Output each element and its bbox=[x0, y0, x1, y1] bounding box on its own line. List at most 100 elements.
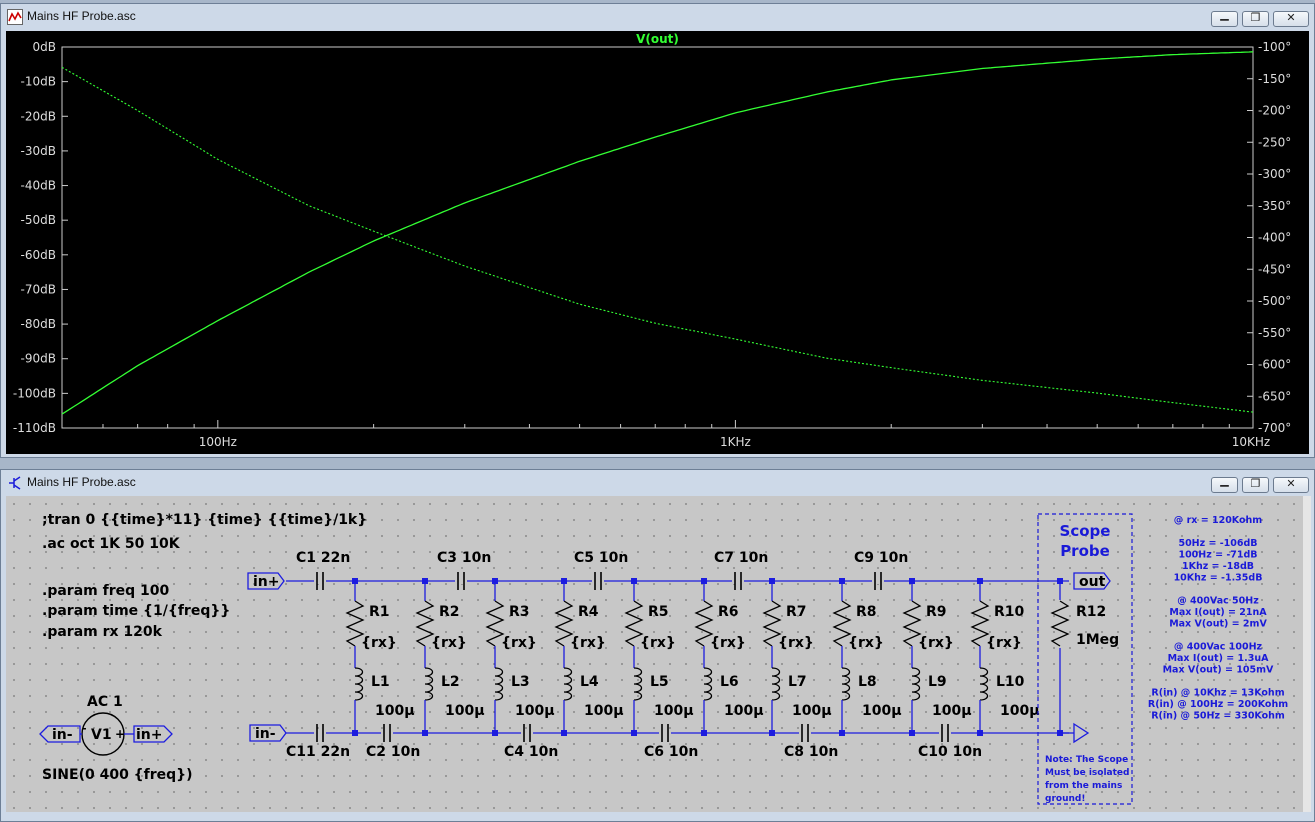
y-right-tick-label: -100° bbox=[1258, 40, 1291, 54]
schematic-drawing[interactable]: ;tran 0 {{time}*11} {time} {{time}/1k} .a… bbox=[6, 496, 1304, 812]
cap-gap bbox=[732, 578, 744, 584]
inductor-value: 100µ bbox=[654, 703, 694, 719]
inductor-label: L9 bbox=[928, 674, 947, 690]
y-left-tick-label: -60dB bbox=[21, 248, 56, 262]
y-left-tick-label: -30dB bbox=[21, 144, 56, 158]
x-tick-label: 10KHz bbox=[1232, 435, 1270, 449]
load-resistor-value: 1Meg bbox=[1076, 632, 1119, 648]
y-left-tick-label: -40dB bbox=[21, 179, 56, 193]
source-port-label: in- bbox=[52, 727, 73, 743]
waveform-icon bbox=[7, 9, 23, 25]
y-left-tick-label: -80dB bbox=[21, 317, 56, 331]
spice-directive: .param rx 120k bbox=[42, 624, 163, 640]
cap-gap bbox=[872, 578, 884, 584]
inductor-value: 100µ bbox=[584, 703, 624, 719]
resistor-label: R5 bbox=[648, 604, 669, 620]
inductor bbox=[494, 667, 504, 701]
y-right-tick-label: -650° bbox=[1258, 389, 1291, 403]
cap-gap bbox=[521, 730, 533, 736]
side-note: Max V(out) = 105mV bbox=[1163, 665, 1274, 676]
side-note: 1Khz = -18dB bbox=[1182, 561, 1254, 572]
inductor-value: 100µ bbox=[445, 703, 485, 719]
schematic-maximize-button[interactable]: ❐ bbox=[1242, 477, 1269, 493]
inductor-value: 100µ bbox=[862, 703, 902, 719]
plot-area[interactable]: V(out) 0dB -10dB -20dB -30dB -40dB -50dB -60dB -… bbox=[6, 31, 1309, 454]
y-left-tick-label: -50dB bbox=[21, 213, 56, 227]
restore-icon: ❐ bbox=[1250, 477, 1261, 490]
y-left-tick-label: -90dB bbox=[21, 352, 56, 366]
inductor-label: L8 bbox=[858, 674, 877, 690]
capacitor-label: C2 10n bbox=[366, 744, 420, 760]
resistor-value: {rx} bbox=[361, 635, 397, 651]
schematic-close-button[interactable]: ✕ bbox=[1273, 477, 1309, 493]
schematic-titlebar[interactable]: Mains HF Probe.asc ▁ ❐ ✕ bbox=[1, 470, 1314, 496]
resistor-label: R3 bbox=[509, 604, 530, 620]
restore-icon: ❐ bbox=[1250, 11, 1261, 24]
inductor bbox=[979, 667, 989, 701]
y-right-tick-label: -350° bbox=[1258, 199, 1291, 213]
junction-node bbox=[1057, 730, 1063, 736]
y-right-tick-label: -250° bbox=[1258, 135, 1291, 149]
minimize-icon: ▁ bbox=[1220, 474, 1229, 487]
y-left-tick-label: -70dB bbox=[21, 282, 56, 296]
resistor-value: {rx} bbox=[778, 635, 814, 651]
side-note: @ 400Vac 50Hz bbox=[1177, 596, 1259, 607]
resistor-value: {rx} bbox=[848, 635, 884, 651]
inductor-label: L3 bbox=[511, 674, 530, 690]
inductor-value: 100µ bbox=[724, 703, 764, 719]
minimize-icon: ▁ bbox=[1220, 8, 1229, 21]
cap-gap bbox=[659, 730, 671, 736]
resistor-value: {rx} bbox=[431, 635, 467, 651]
y-left-tick-label: -10dB bbox=[21, 75, 56, 89]
resistor-value: {rx} bbox=[501, 635, 537, 651]
resistor-value: {rx} bbox=[570, 635, 606, 651]
maximize-button[interactable]: ❐ bbox=[1242, 11, 1269, 27]
transistor-icon bbox=[9, 476, 21, 490]
source-ac-label: AC 1 bbox=[87, 694, 123, 710]
side-note: Max I(out) = 1.3uA bbox=[1168, 653, 1270, 664]
ground-port bbox=[1073, 722, 1090, 744]
capacitor-label: C6 10n bbox=[644, 744, 698, 760]
port-label: in- bbox=[255, 726, 276, 742]
junction-node bbox=[1057, 578, 1063, 584]
close-button[interactable]: ✕ bbox=[1273, 11, 1309, 27]
schematic-minimize-button[interactable]: ▁ bbox=[1211, 474, 1238, 493]
inductor-label: L6 bbox=[720, 674, 739, 690]
side-note: 100Hz = -71dB bbox=[1178, 550, 1257, 561]
schematic-canvas[interactable]: ;tran 0 {{time}*11} {time} {{time}/1k} .a… bbox=[6, 496, 1304, 812]
side-note: @ 400Vac 100Hz bbox=[1174, 642, 1263, 653]
probe-note: Must be isolated bbox=[1045, 768, 1129, 778]
inductor bbox=[911, 667, 921, 701]
y-right-tick-label: -600° bbox=[1258, 358, 1291, 372]
minimize-button[interactable]: ▁ bbox=[1211, 8, 1238, 27]
side-note: @ rx = 120Kohm bbox=[1174, 515, 1263, 526]
capacitor-label: C1 22n bbox=[296, 550, 350, 566]
inductor-value: 100µ bbox=[515, 703, 555, 719]
resistor-label: R7 bbox=[786, 604, 807, 620]
inductor-value: 100µ bbox=[1000, 703, 1040, 719]
y-right-tick-label: -550° bbox=[1258, 326, 1291, 340]
capacitor-label: C10 10n bbox=[918, 744, 982, 760]
resistor-label: R2 bbox=[439, 604, 460, 620]
vertical-scrollbar[interactable] bbox=[1303, 496, 1311, 812]
probe-note: Note: The Scope bbox=[1045, 755, 1128, 765]
probe-title: Probe bbox=[1060, 542, 1110, 560]
probe-title: Scope bbox=[1060, 522, 1111, 540]
plot-titlebar[interactable]: Mains HF Probe.asc ▁ ❐ ✕ bbox=[1, 4, 1314, 30]
side-note: 10Khz = -1.35dB bbox=[1174, 573, 1263, 584]
cap-gap bbox=[314, 578, 326, 584]
capacitor-label: C9 10n bbox=[854, 550, 908, 566]
cap-gap bbox=[314, 730, 326, 736]
source-name: V1 bbox=[91, 727, 112, 743]
inductor-label: L1 bbox=[371, 674, 390, 690]
resistor-value: {rx} bbox=[640, 635, 676, 651]
magnitude-series bbox=[61, 51, 1254, 415]
inductor bbox=[633, 667, 643, 701]
inductor bbox=[771, 667, 781, 701]
close-icon: ✕ bbox=[1286, 11, 1296, 24]
side-note: R(in) @ 50Hz = 330Kohm bbox=[1151, 711, 1285, 722]
bode-plot[interactable]: V(out) 0dB -10dB -20dB -30dB -40dB -50dB -60dB -… bbox=[6, 31, 1309, 454]
probe-note: from the mains bbox=[1045, 781, 1122, 791]
plot-frame bbox=[61, 46, 1254, 429]
close-icon: ✕ bbox=[1286, 477, 1296, 490]
